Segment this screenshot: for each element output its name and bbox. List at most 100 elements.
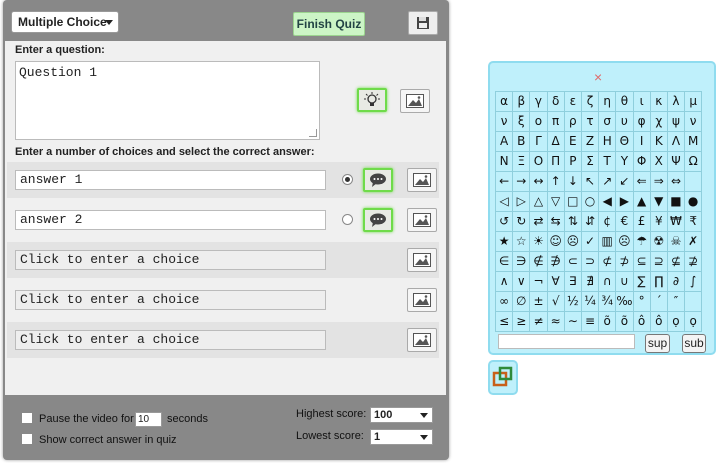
choice-image-button[interactable] bbox=[407, 168, 437, 192]
symbol-key[interactable]: Κ bbox=[650, 132, 668, 152]
symbol-key[interactable]: ¢ bbox=[599, 212, 617, 232]
symbol-key[interactable]: ✗ bbox=[685, 232, 703, 252]
symbol-key[interactable]: ⊇ bbox=[650, 252, 668, 272]
symbol-key[interactable]: ↺ bbox=[496, 212, 514, 232]
symbol-key[interactable]: ☆ bbox=[513, 232, 531, 252]
symbol-key[interactable]: ⇐ bbox=[633, 172, 651, 192]
symbol-key[interactable]: Χ bbox=[650, 152, 668, 172]
symbol-key[interactable]: ¾ bbox=[599, 292, 617, 312]
symbol-key[interactable]: ⇅ bbox=[564, 212, 582, 232]
symbol-key[interactable]: κ bbox=[650, 92, 668, 112]
symbol-key[interactable]: ⇵ bbox=[581, 212, 600, 232]
symbol-key[interactable]: ◁ bbox=[496, 192, 514, 212]
symbol-key[interactable]: ▲ bbox=[633, 192, 651, 212]
symbol-key[interactable]: ▼ bbox=[650, 192, 668, 212]
symbol-key[interactable]: ∃ bbox=[564, 272, 582, 292]
symbol-key[interactable]: ∞ bbox=[496, 292, 514, 312]
subscript-button[interactable]: sub bbox=[682, 334, 706, 353]
symbol-key[interactable]: ″ bbox=[667, 292, 686, 312]
symbol-key[interactable]: √ bbox=[547, 292, 565, 312]
symbol-key[interactable]: ½ bbox=[564, 292, 582, 312]
keyboard-toggle-button[interactable] bbox=[488, 360, 518, 395]
symbol-key[interactable]: Σ bbox=[581, 152, 600, 172]
symbol-key[interactable]: ⇔ bbox=[667, 172, 686, 192]
symbol-key[interactable]: □ bbox=[564, 192, 582, 212]
symbol-key[interactable]: ¥ bbox=[650, 212, 668, 232]
symbol-key[interactable]: λ bbox=[667, 92, 686, 112]
symbol-key[interactable]: ∏ bbox=[650, 272, 668, 292]
symbol-key[interactable]: ₩ bbox=[667, 212, 686, 232]
symbol-key[interactable]: ○ bbox=[581, 192, 600, 212]
correct-answer-radio[interactable] bbox=[342, 174, 353, 185]
symbol-key[interactable]: ∉ bbox=[530, 252, 548, 272]
symbol-key[interactable]: ξ bbox=[513, 112, 531, 132]
symbol-key[interactable]: õ bbox=[616, 312, 634, 332]
symbol-key[interactable]: ≤ bbox=[496, 312, 514, 332]
symbol-key[interactable]: Μ bbox=[685, 132, 703, 152]
symbol-key[interactable]: £ bbox=[633, 212, 651, 232]
symbol-key[interactable]: Η bbox=[599, 132, 617, 152]
symbol-key[interactable]: € bbox=[616, 212, 634, 232]
choice-input[interactable]: Click to enter a choice bbox=[15, 250, 326, 270]
symbol-key[interactable]: ν bbox=[685, 112, 703, 132]
symbol-key[interactable]: ≥ bbox=[513, 312, 531, 332]
symbol-key[interactable]: ■ bbox=[667, 192, 686, 212]
symbol-key[interactable]: ▷ bbox=[513, 192, 531, 212]
symbol-key[interactable]: ∀ bbox=[547, 272, 565, 292]
highest-score-select[interactable]: 100 bbox=[370, 407, 433, 423]
symbol-key[interactable]: ▥ bbox=[599, 232, 617, 252]
symbol-key[interactable]: ☠ bbox=[667, 232, 686, 252]
symbol-key[interactable]: ↖ bbox=[581, 172, 600, 192]
symbol-key[interactable]: α bbox=[496, 92, 514, 112]
symbol-key[interactable]: ∧ bbox=[496, 272, 514, 292]
choice-image-button[interactable] bbox=[407, 328, 437, 352]
symbol-key[interactable]: ≡ bbox=[581, 312, 600, 332]
symbol-key[interactable]: μ bbox=[685, 92, 703, 112]
symbol-key[interactable]: ζ bbox=[581, 92, 600, 112]
symbol-key[interactable]: η bbox=[599, 92, 617, 112]
symbol-key[interactable]: ◀ bbox=[599, 192, 617, 212]
symbol-key[interactable]: ¬ bbox=[530, 272, 548, 292]
symbol-key[interactable]: Λ bbox=[667, 132, 686, 152]
symbol-key[interactable]: τ bbox=[581, 112, 600, 132]
symbol-key[interactable]: ✓ bbox=[581, 232, 600, 252]
symbol-key[interactable]: ρ bbox=[564, 112, 582, 132]
lowest-score-select[interactable]: 1 bbox=[370, 429, 433, 445]
symbol-key[interactable]: ∼ bbox=[564, 312, 582, 332]
symbol-key[interactable]: ⊅ bbox=[616, 252, 634, 272]
symbol-key[interactable]: ´ bbox=[650, 292, 668, 312]
feedback-button[interactable] bbox=[363, 168, 393, 192]
symbol-key[interactable]: ⊆ bbox=[633, 252, 651, 272]
symbol-key[interactable]: △ bbox=[530, 192, 548, 212]
symbol-key[interactable]: ô bbox=[633, 312, 651, 332]
symbol-key[interactable]: Ω bbox=[685, 152, 703, 172]
symbol-key[interactable]: Π bbox=[547, 152, 565, 172]
symbol-key[interactable]: → bbox=[513, 172, 531, 192]
choice-image-button[interactable] bbox=[407, 248, 437, 272]
choice-image-button[interactable] bbox=[407, 208, 437, 232]
symbol-key[interactable]: ι bbox=[633, 92, 651, 112]
finish-quiz-button[interactable]: Finish Quiz bbox=[293, 12, 365, 36]
superscript-button[interactable]: sup bbox=[645, 334, 670, 353]
symbol-key[interactable]: ⊄ bbox=[599, 252, 617, 272]
symbol-key[interactable]: ψ bbox=[667, 112, 686, 132]
choice-input[interactable]: answer 2 bbox=[15, 210, 326, 230]
symbol-key[interactable]: Ψ bbox=[667, 152, 686, 172]
symbol-key[interactable]: ☺ bbox=[547, 232, 565, 252]
question-image-button[interactable] bbox=[400, 89, 430, 113]
symbol-key[interactable]: ∪ bbox=[616, 272, 634, 292]
symbol-key[interactable]: ∩ bbox=[599, 272, 617, 292]
hint-button[interactable] bbox=[357, 88, 387, 112]
symbol-key[interactable]: δ bbox=[547, 92, 565, 112]
resize-handle-icon[interactable] bbox=[309, 129, 317, 137]
symbol-key[interactable]: Φ bbox=[633, 152, 651, 172]
symbol-key[interactable]: ∄ bbox=[581, 272, 600, 292]
symbol-key[interactable]: ν bbox=[496, 112, 514, 132]
symbol-key[interactable]: Ζ bbox=[581, 132, 600, 152]
symbol-key[interactable]: Α bbox=[496, 132, 514, 152]
symbol-key[interactable]: Ο bbox=[530, 152, 548, 172]
symbol-key[interactable]: ↑ bbox=[547, 172, 565, 192]
symbol-key[interactable]: ⊃ bbox=[581, 252, 600, 272]
correct-answer-radio[interactable] bbox=[342, 214, 353, 225]
symbol-key[interactable]: ⊂ bbox=[564, 252, 582, 272]
